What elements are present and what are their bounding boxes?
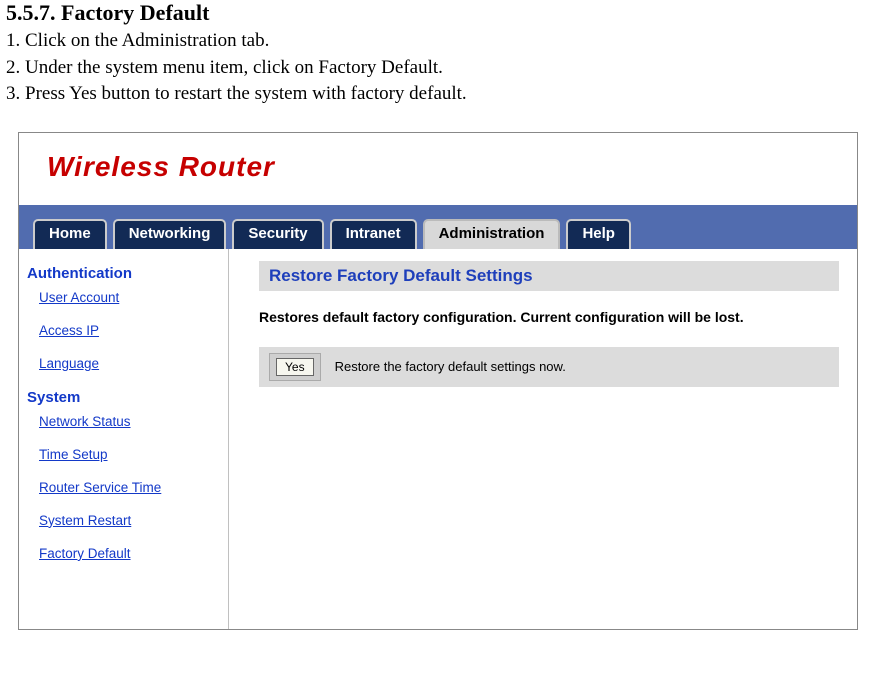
sidebar-item-network-status[interactable]: Network Status (39, 414, 220, 429)
main-panel: Restore Factory Default Settings Restore… (229, 249, 857, 629)
doc-step: 2. Under the system menu item, click on … (6, 55, 864, 82)
router-ui-screenshot: Wireless Router Home Networking Security… (18, 132, 858, 630)
panel-description: Restores default factory configuration. … (259, 309, 839, 325)
doc-steps: 1. Click on the Administration tab. 2. U… (0, 28, 870, 114)
sidebar: Authentication User Account Access IP La… (19, 249, 229, 629)
sidebar-item-router-service-time[interactable]: Router Service Time (39, 480, 220, 495)
tab-home[interactable]: Home (33, 219, 107, 249)
sidebar-item-language[interactable]: Language (39, 356, 220, 371)
sidebar-item-factory-default[interactable]: Factory Default (39, 546, 220, 561)
router-header: Wireless Router (19, 133, 857, 205)
action-row: Yes Restore the factory default settings… (259, 347, 839, 387)
action-text: Restore the factory default settings now… (335, 359, 566, 374)
tab-intranet[interactable]: Intranet (330, 219, 417, 249)
yes-button[interactable]: Yes (276, 358, 314, 376)
sidebar-item-user-account[interactable]: User Account (39, 290, 220, 305)
tab-security[interactable]: Security (232, 219, 323, 249)
panel-title: Restore Factory Default Settings (259, 261, 839, 291)
sidebar-item-access-ip[interactable]: Access IP (39, 323, 220, 338)
router-logo: Wireless Router (47, 151, 845, 183)
sidebar-item-system-restart[interactable]: System Restart (39, 513, 220, 528)
tab-administration[interactable]: Administration (423, 219, 561, 249)
doc-section-heading: 5.5.7. Factory Default (0, 0, 870, 28)
content-area: Authentication User Account Access IP La… (19, 249, 857, 629)
doc-step: 1. Click on the Administration tab. (6, 28, 864, 55)
sidebar-group-system: System Network Status Time Setup Router … (27, 389, 220, 561)
yes-button-wrap: Yes (269, 353, 321, 381)
tab-bar: Home Networking Security Intranet Admini… (19, 205, 857, 249)
sidebar-group-authentication: Authentication User Account Access IP La… (27, 265, 220, 371)
tab-help[interactable]: Help (566, 219, 631, 249)
sidebar-item-time-setup[interactable]: Time Setup (39, 447, 220, 462)
tab-networking[interactable]: Networking (113, 219, 227, 249)
sidebar-group-title: Authentication (27, 265, 220, 282)
doc-step: 3. Press Yes button to restart the syste… (6, 81, 864, 108)
sidebar-group-title: System (27, 389, 220, 406)
